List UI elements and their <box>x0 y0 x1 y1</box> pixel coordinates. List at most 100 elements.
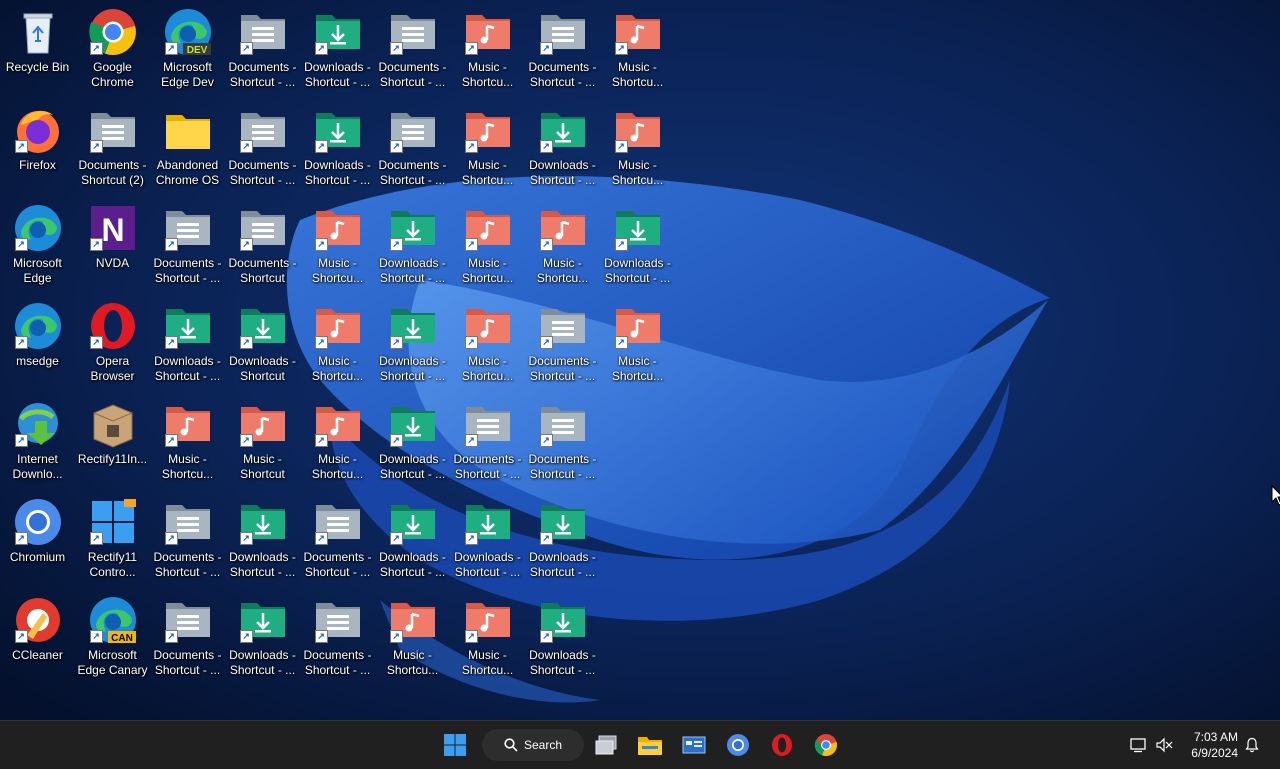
desktop-icon-grid: Recycle Bin ↗ Google Chrome DEV ↗ Microsoft E… <box>0 0 1280 720</box>
desktop-icon[interactable]: Recycle Bin <box>0 2 75 98</box>
desktop-icon[interactable]: ↗ Firefox <box>0 100 75 196</box>
music-folder-icon: ↗ <box>463 301 513 351</box>
svg-text:CAN: CAN <box>111 633 133 644</box>
desktop-icon-label: Documents - Shortcut - ... <box>528 60 597 89</box>
desktop-icon[interactable]: Rectify11In... <box>75 394 150 490</box>
shortcut-arrow-icon: ↗ <box>14 630 28 643</box>
desktop-icon[interactable]: ↗ Downloads - Shortcut - ... <box>375 492 450 588</box>
shortcut-arrow-icon: ↗ <box>239 238 253 251</box>
shortcut-arrow-icon: ↗ <box>539 630 553 643</box>
desktop-icon[interactable]: ↗ Downloads - Shortcut - ... <box>225 492 300 588</box>
chrome-taskbar-button[interactable] <box>810 729 842 761</box>
desktop-icon[interactable]: ↗ Music - Shortcu... <box>450 198 525 294</box>
desktop-icon[interactable]: ↗ CCleaner <box>0 590 75 686</box>
desktop-icon[interactable]: ↗ Downloads - Shortcut - ... <box>300 100 375 196</box>
windows-logo-icon <box>444 734 466 756</box>
desktop-icon[interactable]: ↗ Rectify11 Contro... <box>75 492 150 588</box>
network-tray-button[interactable] <box>1126 729 1150 761</box>
desktop-icon[interactable]: ↗ Documents - Shortcut (2) <box>75 100 150 196</box>
desktop-icon[interactable]: N ↗ NVDA <box>75 198 150 294</box>
desktop-icon[interactable]: Abandoned Chrome OS <box>150 100 225 196</box>
desktop-icon[interactable]: ↗ Documents - Shortcut - ... <box>525 296 600 392</box>
desktop-icon[interactable]: ↗ Downloads - Shortcut - ... <box>150 296 225 392</box>
internet-download-manager-icon: ↗ <box>13 399 63 449</box>
volume-tray-button[interactable] <box>1152 729 1176 761</box>
system-clock[interactable]: 7:03 AM 6/9/2024 <box>1191 729 1238 761</box>
desktop-icon[interactable]: ↗ Music - Shortcu... <box>450 2 525 98</box>
desktop-icon-label: Downloads - Shortcut - ... <box>229 648 296 677</box>
desktop-icon[interactable]: ↗ Documents - Shortcut - ... <box>525 394 600 490</box>
desktop-icon[interactable]: ↗ Music - Shortcut <box>225 394 300 490</box>
desktop-icon[interactable]: ↗ Music - Shortcu... <box>150 394 225 490</box>
shortcut-arrow-icon: ↗ <box>539 434 553 447</box>
file-explorer-icon <box>638 737 662 755</box>
desktop-icon[interactable]: ↗ Music - Shortcu... <box>525 198 600 294</box>
desktop-icon[interactable]: ↗ Downloads - Shortcut - ... <box>450 492 525 588</box>
desktop-icon-label: Music - Shortcu... <box>611 60 664 89</box>
desktop-icon[interactable]: ↗ Documents - Shortcut - ... <box>225 100 300 196</box>
desktop-icon[interactable]: ↗ Music - Shortcu... <box>600 296 675 392</box>
desktop-icon[interactable]: ↗ Documents - Shortcut - ... <box>150 590 225 686</box>
music-folder-icon: ↗ <box>313 301 363 351</box>
desktop-icon[interactable]: ↗ Downloads - Shortcut - ... <box>375 198 450 294</box>
desktop-icon[interactable]: ↗ Downloads - Shortcut - ... <box>525 100 600 196</box>
desktop-icon[interactable]: ↗ Documents - Shortcut - ... <box>300 492 375 588</box>
shortcut-arrow-icon: ↗ <box>14 532 28 545</box>
desktop-icon[interactable]: ↗ Microsoft Edge <box>0 198 75 294</box>
chromium-icon: ↗ <box>13 497 63 547</box>
desktop-icon[interactable]: ↗ Documents - Shortcut - ... <box>525 2 600 98</box>
desktop-icon-label: Music - Shortcu... <box>461 648 514 677</box>
installer-box-icon <box>88 399 138 449</box>
desktop-icon[interactable]: ↗ Documents - Shortcut - ... <box>225 2 300 98</box>
notifications-button[interactable] <box>1240 729 1264 761</box>
file-explorer-button[interactable] <box>634 729 666 761</box>
desktop-icon[interactable]: CAN ↗ Microsoft Edge Canary <box>75 590 150 686</box>
desktop-icon[interactable]: ↗ Internet Downlo... <box>0 394 75 490</box>
desktop-icon[interactable]: ↗ Documents - Shortcut - ... <box>375 2 450 98</box>
desktop-icon[interactable]: ↗ Downloads - Shortcut - ... <box>600 198 675 294</box>
documents-folder-icon: ↗ <box>538 7 588 57</box>
desktop-icon[interactable]: ↗ Documents - Shortcut - ... <box>375 100 450 196</box>
desktop-icon[interactable]: ↗ Music - Shortcu... <box>450 296 525 392</box>
desktop-icon[interactable]: ↗ Downloads - Shortcut - ... <box>525 492 600 588</box>
desktop-icon[interactable]: ↗ Music - Shortcu... <box>600 100 675 196</box>
desktop-icon-label: Documents - Shortcut - ... <box>153 256 222 285</box>
desktop-icon[interactable]: ↗ Music - Shortcu... <box>600 2 675 98</box>
desktop-icon[interactable]: ↗ Documents - Shortcut <box>225 198 300 294</box>
desktop-icon[interactable]: ↗ Downloads - Shortcut - ... <box>525 590 600 686</box>
desktop-icon-label: Documents - Shortcut - ... <box>303 550 372 579</box>
desktop-icon[interactable]: ↗ msedge <box>0 296 75 392</box>
desktop-icon[interactable]: ↗ Downloads - Shortcut - ... <box>375 394 450 490</box>
desktop-icon[interactable]: ↗ Documents - Shortcut - ... <box>300 590 375 686</box>
desktop-icon[interactable]: ↗ Downloads - Shortcut - ... <box>225 590 300 686</box>
desktop-icon[interactable]: ↗ Documents - Shortcut - ... <box>150 198 225 294</box>
desktop-icon[interactable]: DEV ↗ Microsoft Edge Dev <box>150 2 225 98</box>
desktop-icon[interactable]: ↗ Music - Shortcu... <box>450 100 525 196</box>
start-button[interactable] <box>439 729 471 761</box>
svg-text:DEV: DEV <box>186 45 207 56</box>
desktop-icon[interactable]: ↗ Documents - Shortcut - ... <box>450 394 525 490</box>
desktop-icon[interactable]: ↗ Documents - Shortcut - ... <box>150 492 225 588</box>
desktop-icon[interactable]: ↗ Music - Shortcu... <box>300 198 375 294</box>
desktop-icon[interactable]: ↗ Google Chrome <box>75 2 150 98</box>
chromium-taskbar-button[interactable] <box>722 729 754 761</box>
desktop-icon-label: Downloads - Shortcut - ... <box>379 452 446 481</box>
control-panel-button[interactable] <box>678 729 710 761</box>
documents-folder-icon: ↗ <box>313 497 363 547</box>
desktop-icon[interactable]: ↗ Downloads - Shortcut - ... <box>375 296 450 392</box>
taskbar-search-button[interactable]: Search <box>482 729 584 761</box>
task-view-button[interactable] <box>590 729 622 761</box>
desktop-icon[interactable]: ↗ Music - Shortcu... <box>450 590 525 686</box>
opera-taskbar-button[interactable] <box>766 729 798 761</box>
documents-folder-icon: ↗ <box>463 399 513 449</box>
downloads-folder-icon: ↗ <box>388 301 438 351</box>
desktop-icon[interactable]: ↗ Music - Shortcu... <box>300 394 375 490</box>
desktop-icon[interactable]: ↗ Music - Shortcu... <box>300 296 375 392</box>
desktop-icon[interactable]: ↗ Downloads - Shortcut <box>225 296 300 392</box>
desktop-icon[interactable]: ↗ Opera Browser <box>75 296 150 392</box>
desktop-icon[interactable]: ↗ Music - Shortcu... <box>375 590 450 686</box>
desktop-icon[interactable]: ↗ Chromium <box>0 492 75 588</box>
desktop-icon-label: Documents - Shortcut - ... <box>153 648 222 677</box>
downloads-folder-icon: ↗ <box>463 497 513 547</box>
desktop-icon[interactable]: ↗ Downloads - Shortcut - ... <box>300 2 375 98</box>
